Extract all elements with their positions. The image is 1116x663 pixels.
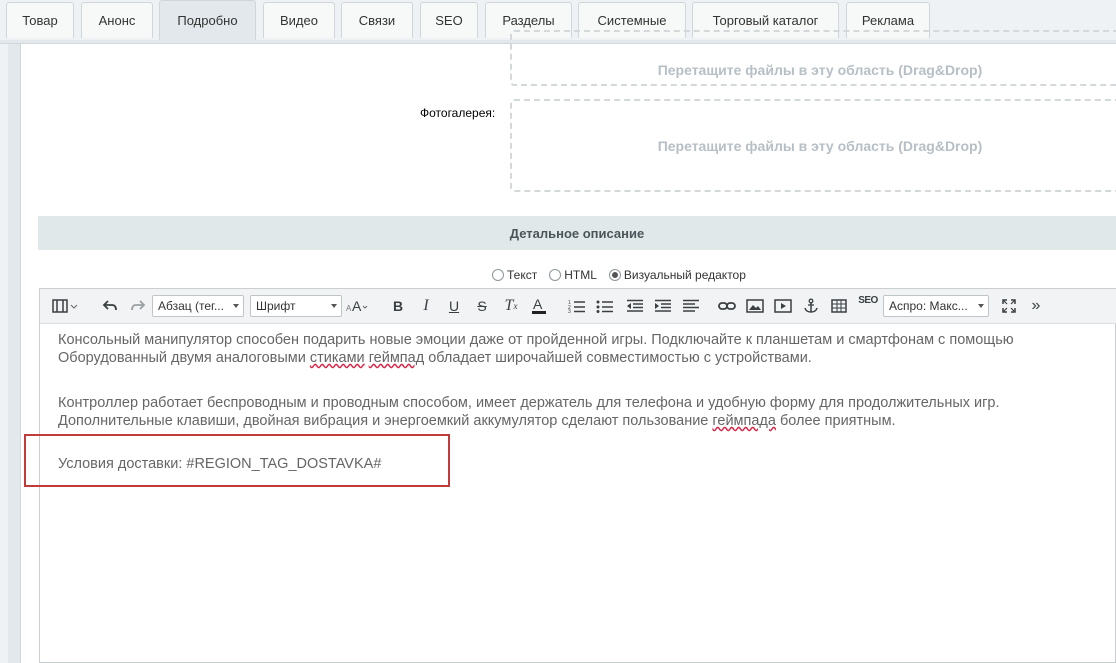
unordered-list-icon[interactable] xyxy=(594,295,616,317)
redo-icon[interactable] xyxy=(128,295,148,317)
font-size-icon[interactable]: AA xyxy=(346,295,370,317)
paragraph-3: Условия доставки: #REGION_TAG_DOSTAVKA# xyxy=(58,456,382,472)
svg-text:3: 3 xyxy=(568,309,571,313)
chevron-down-icon xyxy=(233,304,239,308)
tab-video[interactable]: Видео xyxy=(263,2,335,38)
empty-line xyxy=(58,430,1116,455)
tab-label: Разделы xyxy=(502,13,555,28)
seo-icon[interactable]: SEO xyxy=(856,295,880,317)
ordered-list-icon[interactable]: 123 xyxy=(566,295,588,317)
align-icon[interactable] xyxy=(680,295,702,317)
wysiwyg-editor: Абзац (тег... Шрифт AA B I U S Tx A 123 xyxy=(39,288,1116,663)
indent-icon[interactable] xyxy=(652,295,674,317)
format-select[interactable]: Абзац (тег... xyxy=(152,295,244,317)
table-icon[interactable] xyxy=(828,295,850,317)
chevron-down-icon xyxy=(978,304,984,308)
radio-icon[interactable] xyxy=(492,269,504,281)
spellcheck-word: стиками xyxy=(309,350,365,366)
strikethrough-icon[interactable]: S xyxy=(472,295,492,317)
editor-toolbar: Абзац (тег... Шрифт AA B I U S Tx A 123 xyxy=(40,289,1116,324)
mode-label: HTML xyxy=(564,268,597,282)
view-mode-icon[interactable] xyxy=(50,295,80,317)
text-span: Дополнительные клавиши, двойная вибрация… xyxy=(58,413,713,429)
font-select-value: Шрифт xyxy=(256,299,296,313)
tab-links[interactable]: Связи xyxy=(341,2,413,38)
radio-icon[interactable] xyxy=(549,269,562,281)
gallery-dropzone[interactable]: Перетащите файлы в эту область (Drag&Dro… xyxy=(510,99,1116,192)
tab-announce[interactable]: Анонс xyxy=(81,2,153,38)
dropzone-text: Перетащите файлы в эту область (Drag&Dro… xyxy=(657,62,983,78)
paragraph-2-line-1: Контроллер работает беспроводным и прово… xyxy=(58,395,1000,411)
paragraph-1-line-1: Консольный манипулятор способен подарить… xyxy=(58,332,1014,348)
mode-html[interactable]: HTML xyxy=(549,268,597,282)
remove-format-icon[interactable]: Tx xyxy=(500,295,522,317)
bold-icon[interactable]: B xyxy=(388,295,408,317)
link-icon[interactable] xyxy=(716,295,738,317)
empty-line xyxy=(58,367,1116,394)
tab-product[interactable]: Товар xyxy=(6,2,74,38)
underline-icon[interactable]: U xyxy=(444,295,464,317)
tab-label: Товар xyxy=(22,13,58,28)
svg-text:A: A xyxy=(533,297,543,312)
font-select[interactable]: Шрифт xyxy=(250,295,342,317)
tab-seo[interactable]: SEO xyxy=(420,2,478,38)
text-color-icon[interactable]: A xyxy=(528,295,550,317)
mode-label: Текст xyxy=(507,268,538,282)
spellcheck-word: геймпада xyxy=(712,413,776,429)
radio-icon[interactable] xyxy=(608,269,621,281)
mode-label: Визуальный редактор xyxy=(623,268,746,282)
undo-icon[interactable] xyxy=(100,295,120,317)
image-icon[interactable] xyxy=(744,295,766,317)
section-title: Детальное описание xyxy=(509,225,645,241)
section-header: Детальное описание xyxy=(38,216,1116,250)
outdent-icon[interactable] xyxy=(624,295,646,317)
style-select[interactable]: Аспро: Макс... xyxy=(883,295,989,317)
video-icon[interactable] xyxy=(772,295,794,317)
style-select-value: Аспро: Макс... xyxy=(889,299,968,313)
tab-label: Системные xyxy=(597,13,667,28)
more-icon[interactable]: » xyxy=(1026,295,1046,317)
mode-visual[interactable]: Визуальный редактор xyxy=(608,268,746,282)
tab-label: Видео xyxy=(280,13,318,28)
tab-label: Реклама xyxy=(861,13,915,28)
tab-label: Анонс xyxy=(98,13,136,28)
paragraph-1-line-2: Оборудованный двумя аналоговыми стиками … xyxy=(58,349,1116,367)
chevron-down-icon xyxy=(331,304,337,308)
spellcheck-word: геймпад xyxy=(368,350,425,366)
editor-mode-switch: Текст HTML Визуальный редактор xyxy=(492,266,758,284)
svg-text:A: A xyxy=(352,298,362,314)
tab-label: Подробно xyxy=(177,13,238,28)
fullscreen-icon[interactable] xyxy=(998,295,1020,317)
tab-label: Связи xyxy=(358,13,396,28)
text-span: более приятным. xyxy=(775,413,896,429)
editor-content[interactable]: Консольный манипулятор способен подарить… xyxy=(40,325,1116,663)
italic-icon[interactable]: I xyxy=(416,295,436,317)
text-span: Оборудованный двумя аналоговыми xyxy=(58,350,310,366)
text-span: обладает широчайшей совместимостью с уст… xyxy=(424,350,812,366)
anchor-icon[interactable] xyxy=(800,295,822,317)
tab-label: SEO xyxy=(435,13,463,28)
gallery-label: Фотогалерея: xyxy=(420,106,496,120)
format-select-value: Абзац (тег... xyxy=(158,299,224,313)
tab-label: Торговый каталог xyxy=(712,13,819,28)
paragraph-2-line-2: Дополнительные клавиши, двойная вибрация… xyxy=(58,412,1116,430)
dropzone-text: Перетащите файлы в эту область (Drag&Dro… xyxy=(657,137,983,154)
file-dropzone-top[interactable]: Перетащите файлы в эту область (Drag&Dro… xyxy=(510,30,1116,86)
tab-details[interactable]: Подробно xyxy=(159,0,256,40)
mode-text[interactable]: Текст xyxy=(492,268,537,282)
